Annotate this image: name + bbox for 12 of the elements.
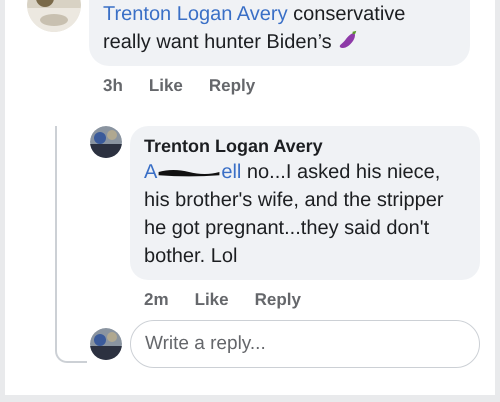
timestamp: 3h bbox=[103, 76, 123, 97]
like-link[interactable]: Like bbox=[194, 290, 229, 320]
timestamp: 2m bbox=[144, 290, 169, 311]
author-name: Trenton Logan Avery bbox=[144, 135, 324, 158]
reply-input[interactable]: Write a reply... bbox=[130, 320, 480, 368]
mention-link[interactable]: A ell bbox=[144, 161, 242, 183]
like-link[interactable]: Like bbox=[148, 76, 183, 106]
reply-link[interactable]: Reply bbox=[254, 290, 301, 320]
reply-link[interactable]: Reply bbox=[208, 76, 256, 106]
mention-link[interactable]: Trenton Logan Avery bbox=[103, 3, 288, 25]
reply-text: A ell no...I asked his niece, his brother's wife, and the stripper he got pregnant...they said don't bother. Lol bbox=[144, 160, 445, 269]
comment-text: Trenton Logan Avery conservative really want hunter Biden’s bbox=[103, 2, 406, 55]
